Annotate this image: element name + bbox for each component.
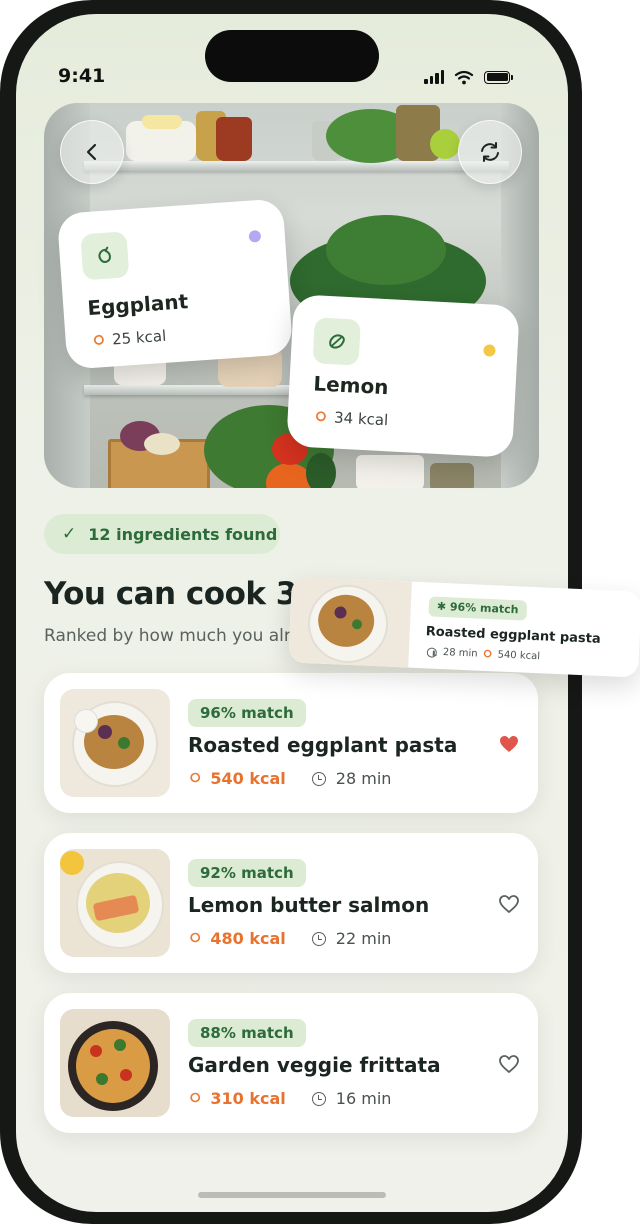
recipe-meta: 28 min ⭘ 540 kcal <box>426 646 540 662</box>
check-icon: ✓ <box>62 524 77 544</box>
eggplant-icon <box>80 231 130 281</box>
recipe-card[interactable]: 88% match Garden veggie frittata ⭘ 310 k… <box>44 993 538 1133</box>
ingredient-kcal: ⭘ 25 kcal <box>93 326 167 349</box>
match-icon: ✱ <box>436 599 447 614</box>
clock-icon <box>311 771 326 786</box>
ingredients-found-badge: ✓ 12 ingredients found <box>44 514 280 554</box>
chevron-left-icon <box>86 143 97 161</box>
recipe-kcal: 480 kcal <box>210 929 286 948</box>
recipe-kcal: 310 kcal <box>210 1089 286 1108</box>
recipe-title: Roasted eggplant pasta <box>188 733 458 757</box>
heart-filled-icon[interactable] <box>498 733 520 755</box>
ingredient-name: Eggplant <box>86 289 189 321</box>
recipe-title: Roasted eggplant pasta <box>425 624 601 647</box>
lemon-icon <box>312 317 361 366</box>
match-badge: 96% match <box>188 699 306 727</box>
recipe-time: 22 min <box>335 929 392 948</box>
recipe-meta: ⭘ 540 kcal 28 min <box>190 769 391 788</box>
recipe-title: Lemon butter salmon <box>188 893 430 917</box>
flame-icon: ⭘ <box>483 648 492 661</box>
battery-icon <box>484 70 513 84</box>
refresh-button[interactable] <box>458 120 522 184</box>
recipe-image <box>288 576 412 668</box>
recipe-card[interactable]: 92% match Lemon butter salmon ⭘ 480 kcal… <box>44 833 538 973</box>
recipe-card[interactable]: 96% match Roasted eggplant pasta ⭘ 540 k… <box>44 673 538 813</box>
dynamic-island <box>205 30 379 82</box>
refresh-icon <box>481 142 499 162</box>
ingredient-kcal: ⭘ 34 kcal <box>315 408 389 430</box>
recipe-kcal: 540 kcal <box>210 769 286 788</box>
heart-outline-icon[interactable] <box>498 1053 520 1075</box>
heart-outline-icon[interactable] <box>498 893 520 915</box>
drag-preview-card[interactable]: ✱ 96% match Roasted eggplant pasta 28 mi… <box>288 576 640 678</box>
flame-icon: ⭘ <box>190 931 201 946</box>
status-icons <box>424 66 513 88</box>
ingredient-card-lemon[interactable]: Lemon ⭘ 34 kcal <box>286 294 520 458</box>
signal-icon <box>424 70 444 84</box>
recipe-time: 16 min <box>335 1089 392 1108</box>
match-badge: 88% match <box>188 1019 306 1047</box>
clock-icon <box>311 1091 326 1106</box>
home-indicator[interactable] <box>198 1192 386 1198</box>
recipe-meta: ⭘ 480 kcal 22 min <box>190 929 391 948</box>
flame-icon: ⭘ <box>315 409 327 425</box>
clock-icon <box>426 646 438 658</box>
ingredients-found-label: 12 ingredients found <box>88 524 278 544</box>
match-badge: ✱ 96% match <box>428 596 527 621</box>
recipe-title: Garden veggie frittata <box>188 1053 441 1077</box>
flame-icon: ⭘ <box>190 1091 201 1106</box>
recipe-image <box>60 689 170 797</box>
clock-icon <box>311 931 326 946</box>
ingredient-card-eggplant[interactable]: Eggplant ⭘ 25 kcal <box>56 198 294 370</box>
ingredient-dot <box>483 344 496 357</box>
recipe-time: 28 min <box>335 769 392 788</box>
wifi-icon <box>454 70 474 84</box>
ingredient-dot <box>248 229 262 243</box>
match-badge: 92% match <box>188 859 306 887</box>
ingredient-name: Lemon <box>312 371 390 400</box>
status-time: 9:41 <box>58 65 106 87</box>
recipe-meta: ⭘ 310 kcal 16 min <box>190 1089 391 1108</box>
recipe-image <box>60 849 170 957</box>
flame-icon: ⭘ <box>190 771 201 786</box>
back-button[interactable] <box>60 120 124 184</box>
recipe-image <box>60 1009 170 1117</box>
flame-icon: ⭘ <box>93 332 105 349</box>
